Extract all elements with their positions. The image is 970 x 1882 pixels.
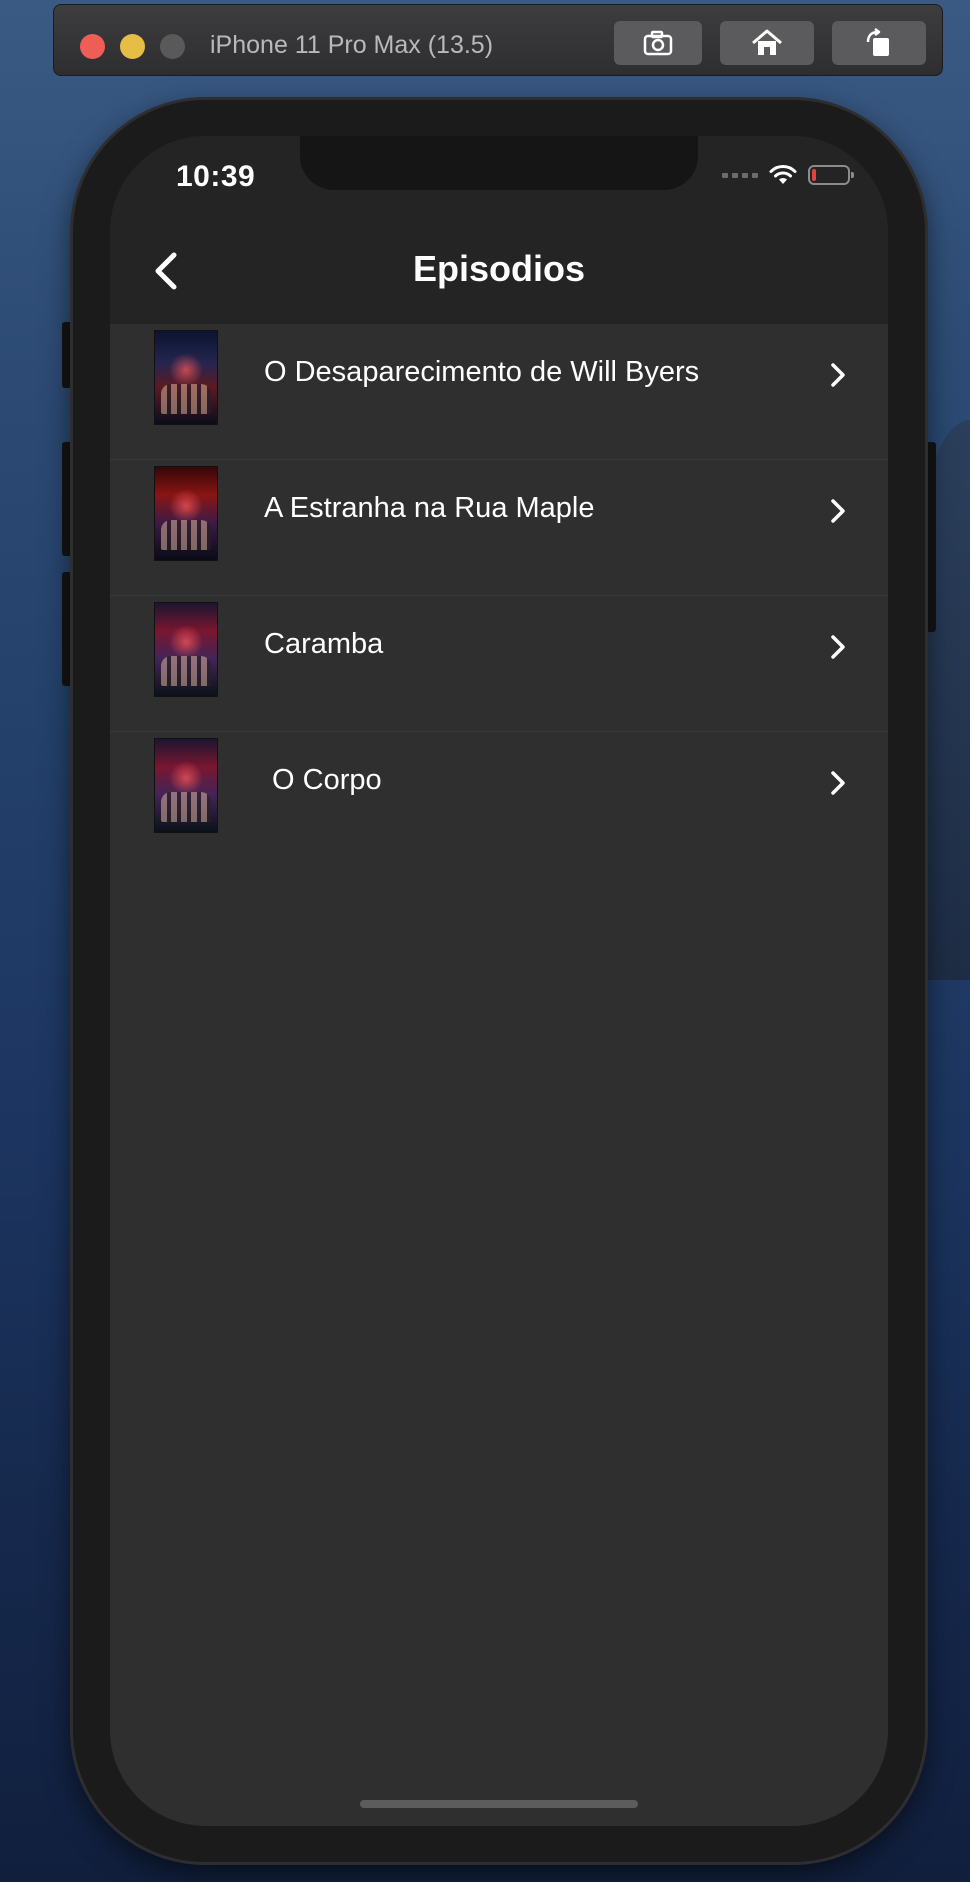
episode-row-1[interactable]: O Desaparecimento de Will Byers bbox=[110, 324, 888, 460]
chevron-right-icon bbox=[831, 635, 845, 659]
chevron-right-icon bbox=[831, 363, 845, 387]
minimize-window-button[interactable] bbox=[120, 34, 145, 59]
rotate-button[interactable] bbox=[832, 21, 926, 65]
poster-icon bbox=[154, 466, 218, 561]
wifi-icon bbox=[769, 165, 797, 184]
episode-title: Caramba bbox=[264, 628, 384, 660]
poster-icon bbox=[154, 738, 218, 833]
page-title: Episodios bbox=[412, 248, 586, 289]
home-icon bbox=[752, 29, 782, 55]
silent-switch bbox=[62, 322, 72, 388]
poster-icon bbox=[154, 602, 218, 697]
volume-up-button bbox=[62, 442, 72, 556]
volume-down-button bbox=[62, 572, 72, 686]
simulator-toolbar: iPhone 11 Pro Max (13.5) bbox=[53, 4, 943, 76]
episode-title: O Corpo bbox=[264, 764, 382, 796]
phone-screen: 10:39 Episodios O Desaparecimento de Wil… bbox=[110, 136, 888, 1826]
rotate-icon bbox=[866, 28, 889, 56]
episode-row-3[interactable]: Caramba bbox=[110, 596, 888, 732]
episode-title: O Desaparecimento de Will Byers bbox=[264, 356, 700, 388]
episode-title: A Estranha na Rua Maple bbox=[264, 492, 595, 524]
close-window-button[interactable] bbox=[80, 34, 105, 59]
home-button[interactable] bbox=[720, 21, 814, 65]
screenshot-icon bbox=[643, 30, 673, 56]
notch bbox=[300, 136, 698, 190]
status-indicators bbox=[722, 164, 854, 186]
chevron-right-icon bbox=[831, 499, 845, 523]
cellular-signal-icon bbox=[722, 172, 758, 178]
chevron-right-icon bbox=[831, 771, 845, 795]
episode-row-2[interactable]: A Estranha na Rua Maple bbox=[110, 460, 888, 596]
battery-icon bbox=[808, 165, 854, 185]
status-time: 10:39 bbox=[176, 160, 256, 193]
episode-list: O Desaparecimento de Will Byers A Estran… bbox=[110, 324, 888, 868]
simulator-title: iPhone 11 Pro Max (13.5) bbox=[210, 31, 494, 59]
poster-icon bbox=[154, 330, 218, 425]
zoom-window-button[interactable] bbox=[160, 34, 185, 59]
episode-row-4[interactable]: O Corpo bbox=[110, 732, 888, 868]
screenshot-button[interactable] bbox=[614, 21, 702, 65]
power-button bbox=[926, 442, 936, 632]
home-indicator[interactable] bbox=[360, 1800, 638, 1808]
